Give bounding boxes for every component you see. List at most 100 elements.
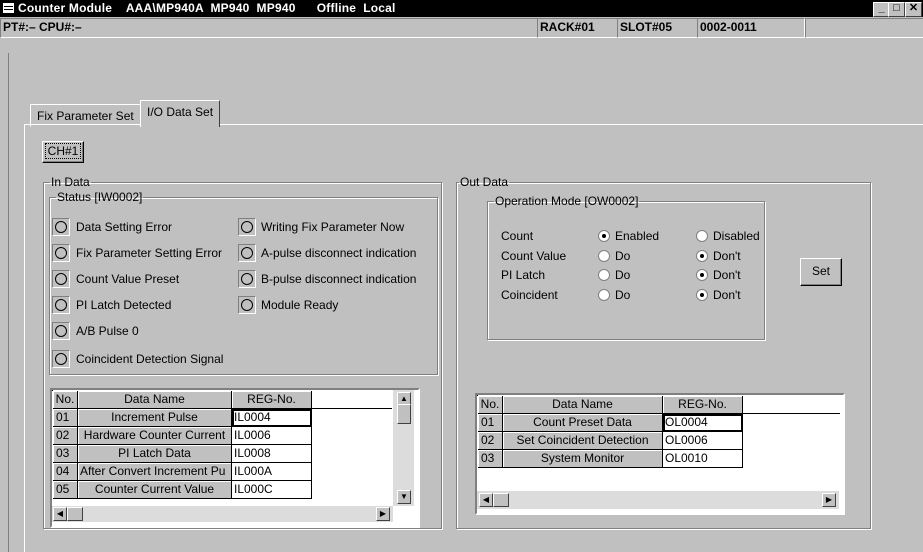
status-led: [52, 350, 70, 368]
column-header[interactable]: Data Name: [78, 391, 232, 409]
status-title: Status [IW0002]: [57, 190, 143, 204]
scroll-thumb[interactable]: [397, 404, 411, 424]
vertical-scrollbar[interactable]: ▲ ▼: [393, 390, 414, 506]
status-led: [52, 322, 70, 340]
tab-panel: CH#1 In Data Status [IW0002] Data Settin…: [24, 124, 923, 552]
operation-mode-title: Operation Mode [OW0002]: [495, 194, 639, 208]
count-enabled-radio[interactable]: [598, 230, 610, 242]
row-number[interactable]: 04: [53, 463, 78, 481]
data-name-cell[interactable]: Hardware Counter Current: [78, 427, 232, 445]
reg-no-cell[interactable]: IL0004: [232, 409, 312, 427]
scroll-down-icon[interactable]: ▼: [397, 490, 411, 504]
reg-no-cell[interactable]: IL000A: [232, 463, 312, 481]
row-number[interactable]: 03: [478, 450, 503, 468]
count-value-dont-radio[interactable]: [696, 250, 708, 262]
data-name-cell[interactable]: Set Coincident Detection: [503, 432, 663, 450]
close-button[interactable]: ✕: [905, 2, 922, 17]
scroll-left-icon[interactable]: ◀: [479, 493, 493, 507]
window-menu-icon[interactable]: [3, 3, 14, 13]
status-label: PI Latch Detected: [76, 298, 172, 312]
row-number[interactable]: 02: [53, 427, 78, 445]
column-header[interactable]: REG-No.: [663, 396, 743, 414]
tab-io-data-set[interactable]: I/O Data Set: [140, 100, 221, 127]
in-data-title: In Data: [51, 175, 90, 189]
reg-no-cell[interactable]: IL0008: [232, 445, 312, 463]
row-number[interactable]: 01: [478, 414, 503, 432]
column-header[interactable]: No.: [478, 396, 503, 414]
scroll-right-icon[interactable]: ▶: [376, 507, 390, 521]
radio-label[interactable]: Don't: [713, 268, 741, 282]
pi-latch-dont-radio[interactable]: [696, 269, 708, 281]
radio-label[interactable]: Enabled: [615, 229, 659, 243]
row-number[interactable]: 03: [53, 445, 78, 463]
status-label: Module Ready: [261, 298, 339, 312]
row-number[interactable]: 02: [478, 432, 503, 450]
horizontal-scrollbar[interactable]: ◀ ▶: [52, 506, 393, 522]
data-name-cell[interactable]: Increment Pulse: [78, 409, 232, 427]
column-header[interactable]: No.: [53, 391, 78, 409]
window-title: Counter Module AAA\MP940A MP940 MP940 Of…: [18, 1, 396, 15]
slot-field: SLOT#05: [617, 18, 700, 38]
data-name-cell[interactable]: System Monitor: [503, 450, 663, 468]
coincident-dont-radio[interactable]: [696, 289, 708, 301]
maximize-button[interactable]: □: [888, 2, 905, 17]
status-label: Fix Parameter Setting Error: [76, 246, 223, 260]
scroll-left-icon[interactable]: ◀: [53, 507, 67, 521]
horizontal-scrollbar[interactable]: ◀ ▶: [477, 491, 839, 509]
column-header[interactable]: Data Name: [503, 396, 663, 414]
channel-button[interactable]: CH#1: [42, 141, 84, 163]
set-button[interactable]: Set: [800, 258, 842, 286]
status-label: Coincident Detection Signal: [76, 352, 224, 366]
status-led: [52, 270, 70, 288]
radio-label[interactable]: Don't: [713, 249, 741, 263]
status-led: [52, 218, 70, 236]
mode-label: PI Latch: [501, 268, 546, 282]
reg-no-cell[interactable]: IL000C: [232, 481, 312, 499]
count-disabled-radio[interactable]: [696, 230, 708, 242]
reg-no-cell[interactable]: OL0004: [663, 414, 743, 432]
reg-no-cell[interactable]: OL0006: [663, 432, 743, 450]
radio-label[interactable]: Do: [615, 288, 630, 302]
row-number[interactable]: 05: [53, 481, 78, 499]
data-name-cell[interactable]: Counter Current Value: [78, 481, 232, 499]
count-value-do-radio[interactable]: [598, 250, 610, 262]
empty-header: [312, 391, 392, 409]
radio-label[interactable]: Do: [615, 268, 630, 282]
out-data-table-body: No. Data Name REG-No. 01 Count Preset Da…: [477, 395, 840, 468]
scroll-thumb[interactable]: [493, 493, 509, 507]
status-led: [52, 296, 70, 314]
row-number[interactable]: 01: [53, 409, 78, 427]
range-field: 0002-0011: [697, 18, 805, 38]
out-data-table[interactable]: No. Data Name REG-No. 01 Count Preset Da…: [475, 393, 845, 515]
status-led: [238, 244, 256, 262]
pi-latch-do-radio[interactable]: [598, 269, 610, 281]
reg-no-cell[interactable]: OL0010: [663, 450, 743, 468]
in-data-table[interactable]: No. Data Name REG-No. 01 Increment Pulse…: [50, 388, 420, 528]
mode-label: Coincident: [501, 288, 558, 302]
scroll-thumb[interactable]: [67, 507, 83, 521]
radio-label[interactable]: Do: [615, 249, 630, 263]
data-name-cell[interactable]: After Convert Increment Pu: [78, 463, 232, 481]
reg-no-cell[interactable]: IL0006: [232, 427, 312, 445]
status-led: [52, 244, 70, 262]
status-label: Count Value Preset: [76, 272, 180, 286]
status-bar: PT#:– CPU#:– RACK#01 SLOT#05 0002-0011: [0, 17, 923, 38]
rack-field: RACK#01: [537, 18, 620, 38]
scroll-right-icon[interactable]: ▶: [822, 493, 836, 507]
data-name-cell[interactable]: PI Latch Data: [78, 445, 232, 463]
data-name-cell[interactable]: Count Preset Data: [503, 414, 663, 432]
column-header[interactable]: REG-No.: [232, 391, 312, 409]
empty-header: [743, 396, 840, 414]
status-label: B-pulse disconnect indication: [261, 272, 417, 286]
status-label: Writing Fix Parameter Now: [261, 220, 405, 234]
coincident-do-radio[interactable]: [598, 289, 610, 301]
out-data-title: Out Data: [460, 175, 509, 189]
radio-label[interactable]: Disabled: [713, 229, 760, 243]
status-led: [238, 296, 256, 314]
extra-field: [805, 18, 923, 38]
pt-cpu-field: PT#:– CPU#:–: [0, 18, 540, 38]
status-label: A/B Pulse 0: [76, 324, 139, 338]
status-label: A-pulse disconnect indication: [261, 246, 417, 260]
radio-label[interactable]: Don't: [713, 288, 741, 302]
title-bar: Counter Module AAA\MP940A MP940 MP940 Of…: [0, 0, 923, 17]
